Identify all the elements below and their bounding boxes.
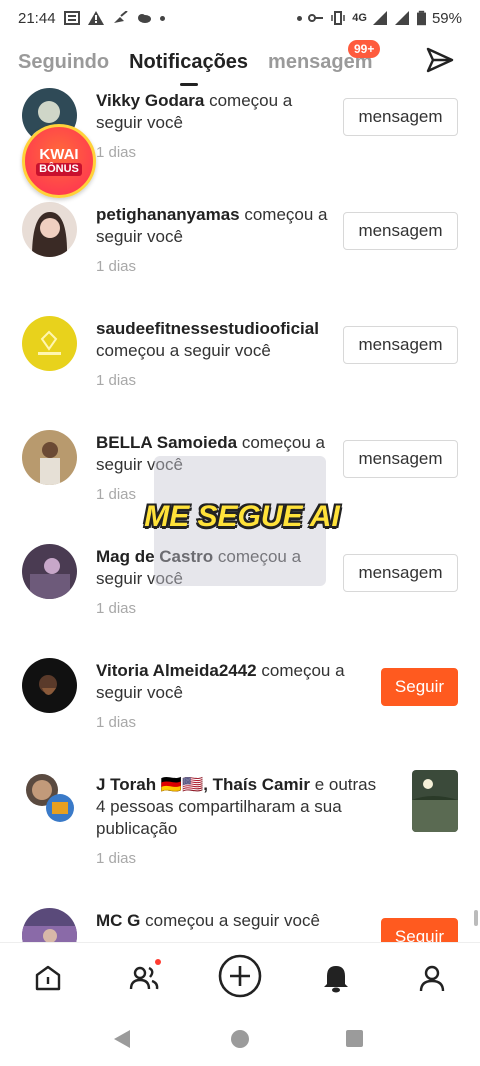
follow-button[interactable]: Seguir: [381, 918, 458, 942]
list-item[interactable]: petighananyamas começou a seguir você 1 …: [0, 200, 480, 314]
follow-button[interactable]: Seguir: [381, 668, 458, 706]
tab-notifications[interactable]: Notificações: [129, 51, 248, 74]
recents-icon[interactable]: [346, 1030, 363, 1047]
bell-icon[interactable]: [319, 961, 353, 995]
user-name[interactable]: Vitoria Almeida2442: [96, 661, 257, 680]
vibrate-icon: [331, 11, 346, 25]
status-bar: 21:44 4G 59%: [0, 0, 480, 36]
notification-time: 1 dias: [96, 486, 137, 503]
user-name[interactable]: BELLA Samoieda: [96, 433, 237, 452]
user-name[interactable]: Vikky Godara: [96, 91, 204, 110]
user-names[interactable]: J Torah 🇩🇪🇺🇸, Thaís Camir: [96, 775, 310, 794]
avatar[interactable]: [22, 316, 77, 371]
notification-time: 1 dias: [96, 850, 137, 867]
home-circle-icon[interactable]: [231, 1030, 249, 1048]
plus-circle-icon[interactable]: [217, 953, 263, 999]
avatar[interactable]: [22, 658, 77, 713]
caption-text: ME SEGUE AI: [144, 500, 340, 533]
messages-badge: 99+: [348, 40, 381, 58]
home-icon[interactable]: [31, 961, 65, 995]
list-item[interactable]: Vitoria Almeida2442 começou a seguir voc…: [0, 656, 480, 770]
news-icon: [63, 11, 80, 25]
profile-icon[interactable]: [415, 961, 449, 995]
cloud-icon: [137, 14, 151, 23]
bottom-nav: [0, 942, 480, 1012]
list-item[interactable]: saudeefitnessestudiooficial começou a se…: [0, 314, 480, 428]
message-button[interactable]: mensagem: [343, 98, 458, 136]
avatar[interactable]: [22, 430, 77, 485]
message-button[interactable]: mensagem: [343, 440, 458, 478]
friends-alert-dot: [155, 959, 161, 965]
status-time: 21:44: [18, 9, 56, 27]
kwai-label: KWAI: [39, 145, 79, 163]
avatar[interactable]: [22, 202, 77, 257]
list-item[interactable]: J Torah 🇩🇪🇺🇸, Thaís Camir e outras 4 pes…: [0, 770, 480, 906]
signal-2-icon: [394, 11, 409, 25]
avatar[interactable]: [22, 770, 77, 825]
message-button[interactable]: mensagem: [343, 212, 458, 250]
notification-time: 1 dias: [96, 372, 137, 389]
notification-time: 1 dias: [96, 600, 137, 617]
kwai-bonus-badge[interactable]: KWAI BÔNUS: [22, 124, 96, 198]
list-item[interactable]: MC G começou a seguir você Seguir: [0, 906, 480, 942]
notification-time: 1 dias: [96, 144, 137, 161]
more-notifications-dot: [159, 15, 165, 21]
notification-text: começou a seguir você: [145, 911, 320, 930]
battery-icon: [416, 10, 426, 26]
avatar[interactable]: [22, 908, 77, 942]
tab-following[interactable]: Seguindo: [18, 51, 109, 74]
post-thumbnail[interactable]: [412, 770, 458, 832]
user-name[interactable]: petighananyamas: [96, 205, 240, 224]
system-nav-bar: [0, 1012, 480, 1066]
notification-time: 1 dias: [96, 258, 137, 275]
signal-icon: [372, 11, 387, 25]
notification-time: 1 dias: [96, 714, 137, 731]
status-dot: [297, 15, 303, 21]
network-type: 4G: [352, 12, 367, 24]
message-button[interactable]: mensagem: [343, 326, 458, 364]
message-button[interactable]: mensagem: [343, 554, 458, 592]
battery-level: 59%: [431, 9, 462, 27]
bonus-label: BÔNUS: [36, 162, 82, 176]
user-name[interactable]: MC G: [96, 911, 140, 930]
notification-text: começou a seguir você: [96, 341, 271, 360]
key-icon: [308, 14, 324, 22]
warning-icon: [87, 11, 104, 25]
friends-icon[interactable]: [127, 959, 161, 995]
send-icon[interactable]: [424, 44, 456, 76]
back-icon[interactable]: [114, 1030, 130, 1048]
broom-icon: [113, 11, 128, 23]
user-name[interactable]: saudeefitnessestudiooficial: [96, 319, 319, 338]
top-tab-bar: Seguindo Notificações mensagem 99+: [0, 36, 480, 88]
avatar[interactable]: [22, 544, 77, 599]
scrollbar[interactable]: [474, 910, 478, 926]
